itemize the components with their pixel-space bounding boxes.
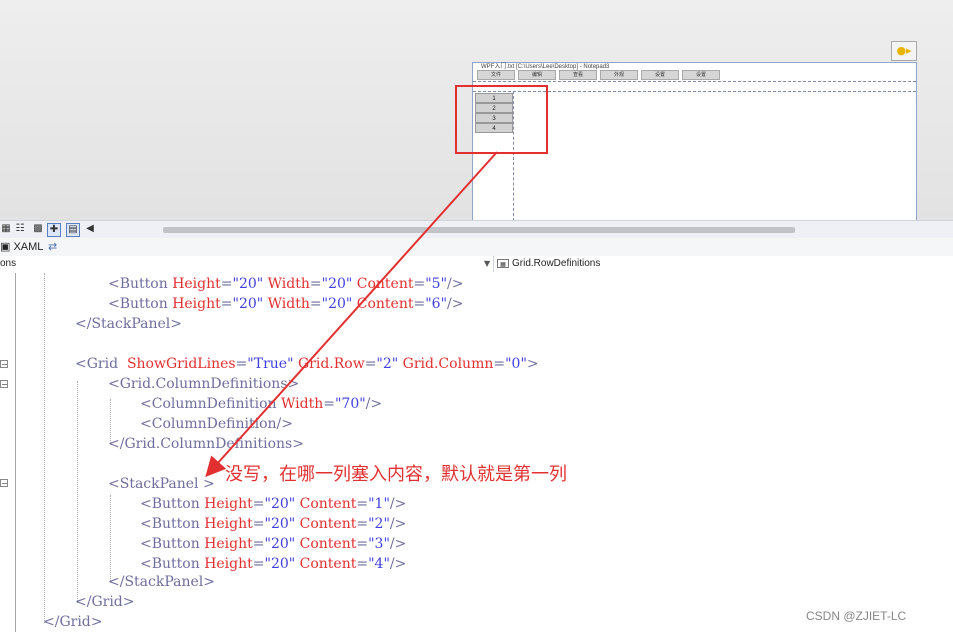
view-tab-bar: ▣ XAML ⇄ — [0, 238, 953, 257]
scroll-left-icon[interactable]: ◀ — [84, 223, 96, 235]
indent-guide — [44, 273, 45, 623]
grid-line — [473, 81, 916, 82]
effects-icon[interactable]: ▤ — [66, 223, 80, 237]
chevron-down-icon[interactable]: ▼ — [484, 259, 490, 268]
grid-view-icon[interactable]: ▦ — [0, 223, 12, 235]
code-line: <Button Height="20" Content="3"/> — [140, 536, 407, 552]
highlight-box — [455, 85, 548, 154]
code-line: </Grid> — [75, 594, 135, 610]
preview-menu-item[interactable]: 设置 — [641, 70, 679, 80]
preview-menu-item[interactable]: 设置 — [682, 70, 720, 80]
code-line: <Button Height="20" Content="2"/> — [140, 516, 407, 532]
tab-xaml[interactable]: ▣ XAML — [0, 240, 43, 253]
code-line: <Button Height="20" Content="4"/> — [140, 556, 407, 572]
preview-menu-item[interactable]: 文件 — [477, 70, 515, 80]
preview-menu-item[interactable]: 外观 — [600, 70, 638, 80]
member-dropdown-value: Grid.RowDefinitions — [512, 258, 601, 269]
annotation-note: 没写，在哪一列塞入内容，默认就是第一列 — [225, 464, 567, 485]
gutter — [15, 273, 16, 632]
code-line: </StackPanel> — [108, 574, 215, 590]
snap-icon[interactable]: ▩ — [32, 223, 44, 235]
code-line: <Button Height="20" Content="1"/> — [140, 496, 407, 512]
watermark: CSDN @ZJIET-LC — [806, 609, 907, 623]
code-line: <StackPanel > — [108, 476, 215, 492]
fold-toggle-icon[interactable]: − — [0, 380, 8, 389]
indent-guide — [110, 495, 111, 583]
code-editor[interactable]: − − − <Button Height="20" Width="20" Con… — [0, 273, 953, 632]
element-icon: ▦ — [497, 259, 509, 268]
designer-toolbar: ▦ ☷ ▩ ✚ ▤ ◀ — [0, 220, 953, 239]
preview-menu-item[interactable]: 编辑 — [518, 70, 556, 80]
preview-title: WPF入门.txt [C:\Users\Lee\Desktop] - Notep… — [481, 64, 610, 70]
code-line: <Grid ShowGridLines="True" Grid.Row="2" … — [75, 356, 539, 372]
indent-guide — [77, 381, 78, 603]
xaml-icon: ▣ — [0, 241, 11, 253]
code-line: </Grid.ColumnDefinitions> — [108, 436, 304, 452]
code-line: <ColumnDefinition Width="70"/> — [140, 396, 383, 412]
code-line: <Button Height="20" Width="20" Content="… — [108, 276, 464, 292]
snap-grid-icon[interactable]: ✚ — [47, 223, 61, 237]
swap-panes-icon[interactable]: ⇄ — [48, 240, 57, 253]
element-dropdown[interactable]: ons ▼ — [0, 256, 494, 272]
code-line: <ColumnDefinition/> — [140, 416, 293, 432]
preview-menu: 文件 编辑 查看 外观 设置 设置 — [477, 70, 723, 80]
code-line: <Grid.ColumnDefinitions> — [108, 376, 300, 392]
tab-xaml-label: XAML — [13, 241, 44, 253]
list-view-icon[interactable]: ☷ — [14, 223, 26, 235]
code-line: </Grid> — [43, 614, 103, 630]
preview-menu-item[interactable]: 查看 — [559, 70, 597, 80]
horizontal-scrollbar[interactable] — [163, 227, 795, 233]
design-surface[interactable]: ●▸ WPF入门.txt [C:\Users\Lee\Desktop] - No… — [0, 0, 953, 222]
navigation-bar: ons ▼ ▦ Grid.RowDefinitions — [0, 256, 953, 274]
fold-toggle-icon[interactable]: − — [0, 479, 8, 488]
element-dropdown-value: ons — [0, 258, 17, 269]
fold-toggle-icon[interactable]: − — [0, 360, 8, 369]
code-line: <Button Height="20" Width="20" Content="… — [108, 296, 464, 312]
lightbulb-icon[interactable]: ●▸ — [891, 41, 917, 61]
code-line: </StackPanel> — [75, 316, 182, 332]
